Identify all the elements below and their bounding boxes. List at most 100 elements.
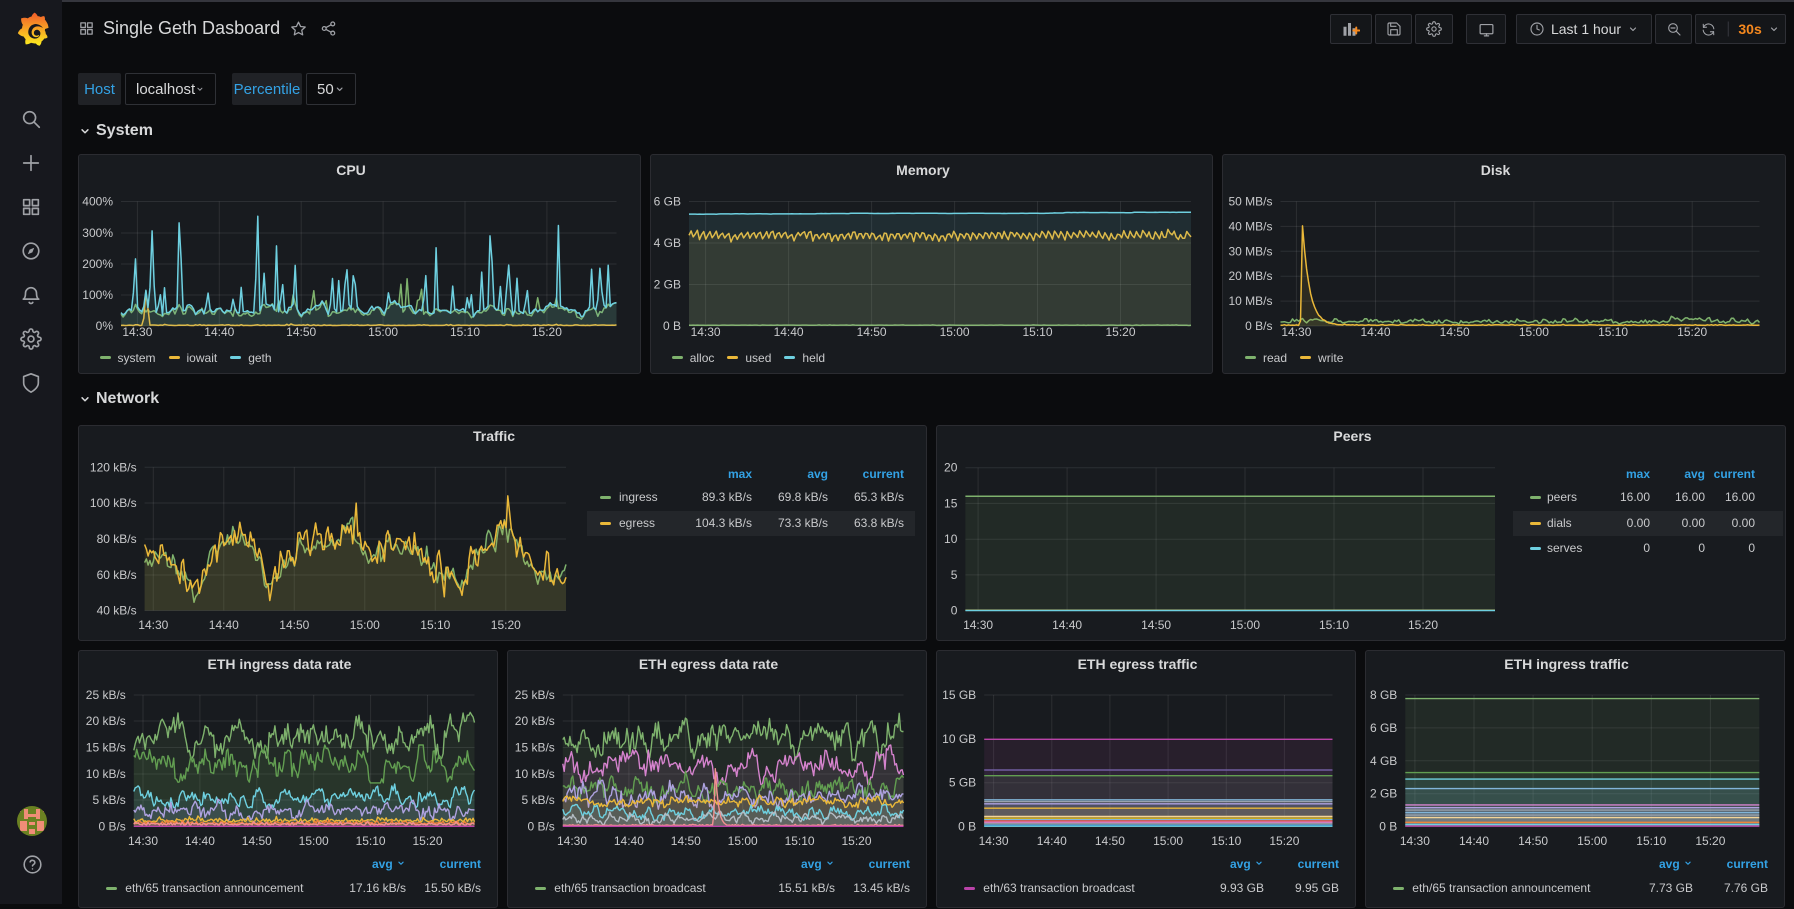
- svg-text:15:10: 15:10: [450, 325, 480, 339]
- svg-text:5: 5: [951, 568, 958, 582]
- svg-text:60 kB/s: 60 kB/s: [97, 568, 137, 582]
- svg-text:120 kB/s: 120 kB/s: [90, 460, 137, 474]
- svg-text:8 GB: 8 GB: [1370, 688, 1397, 702]
- svg-text:0 B/s: 0 B/s: [1245, 319, 1272, 333]
- svg-text:14:40: 14:40: [1052, 618, 1082, 632]
- svg-text:15:00: 15:00: [299, 834, 329, 848]
- svg-text:400%: 400%: [82, 195, 113, 209]
- svg-text:50 MB/s: 50 MB/s: [1228, 195, 1272, 209]
- svg-text:15:10: 15:10: [356, 834, 386, 848]
- svg-text:40 MB/s: 40 MB/s: [1228, 219, 1272, 233]
- svg-text:14:30: 14:30: [963, 618, 993, 632]
- svg-text:15:20: 15:20: [532, 325, 562, 339]
- svg-text:15:00: 15:00: [350, 618, 380, 632]
- svg-text:80 kB/s: 80 kB/s: [97, 532, 137, 546]
- svg-text:10 GB: 10 GB: [942, 732, 976, 746]
- svg-text:14:40: 14:40: [1037, 834, 1067, 848]
- svg-text:15:00: 15:00: [1577, 834, 1607, 848]
- svg-text:14:40: 14:40: [614, 834, 644, 848]
- svg-text:15:20: 15:20: [1408, 618, 1438, 632]
- svg-text:25 kB/s: 25 kB/s: [515, 688, 555, 702]
- svg-text:14:40: 14:40: [1360, 325, 1390, 339]
- svg-text:15:20: 15:20: [491, 618, 521, 632]
- svg-text:300%: 300%: [82, 226, 113, 240]
- svg-text:25 kB/s: 25 kB/s: [86, 688, 126, 702]
- svg-text:0: 0: [951, 604, 958, 618]
- svg-text:15:10: 15:10: [1636, 834, 1666, 848]
- svg-text:15:10: 15:10: [785, 834, 815, 848]
- svg-text:15:10: 15:10: [1598, 325, 1628, 339]
- svg-text:15:00: 15:00: [1153, 834, 1183, 848]
- svg-text:20: 20: [944, 461, 958, 475]
- svg-text:15:00: 15:00: [728, 834, 758, 848]
- svg-text:10: 10: [944, 532, 958, 546]
- svg-text:14:50: 14:50: [279, 618, 309, 632]
- svg-text:15:20: 15:20: [412, 834, 442, 848]
- svg-text:15:10: 15:10: [1022, 325, 1052, 339]
- svg-text:14:50: 14:50: [1095, 834, 1125, 848]
- svg-text:20 kB/s: 20 kB/s: [86, 714, 126, 728]
- svg-text:10 kB/s: 10 kB/s: [515, 767, 555, 781]
- svg-text:14:50: 14:50: [857, 325, 887, 339]
- svg-text:40 kB/s: 40 kB/s: [97, 604, 137, 618]
- svg-text:14:30: 14:30: [128, 834, 158, 848]
- svg-text:14:50: 14:50: [671, 834, 701, 848]
- svg-text:14:30: 14:30: [691, 325, 721, 339]
- svg-text:14:40: 14:40: [1459, 834, 1489, 848]
- svg-text:15:20: 15:20: [841, 834, 871, 848]
- svg-text:14:30: 14:30: [1281, 325, 1311, 339]
- svg-text:2 GB: 2 GB: [654, 278, 681, 292]
- svg-text:5 kB/s: 5 kB/s: [92, 793, 125, 807]
- svg-text:14:30: 14:30: [1400, 834, 1430, 848]
- svg-text:15:00: 15:00: [1519, 325, 1549, 339]
- svg-text:10 kB/s: 10 kB/s: [86, 767, 126, 781]
- svg-text:14:50: 14:50: [1518, 834, 1548, 848]
- svg-text:100%: 100%: [82, 288, 113, 302]
- svg-text:0 B: 0 B: [1379, 820, 1397, 834]
- svg-text:15:00: 15:00: [368, 325, 398, 339]
- svg-text:4 GB: 4 GB: [654, 236, 681, 250]
- svg-text:4 GB: 4 GB: [1370, 754, 1397, 768]
- svg-text:15:10: 15:10: [1211, 834, 1241, 848]
- svg-text:15:20: 15:20: [1695, 834, 1725, 848]
- svg-text:14:40: 14:40: [209, 618, 239, 632]
- svg-text:30 MB/s: 30 MB/s: [1228, 244, 1272, 258]
- svg-text:14:50: 14:50: [1141, 618, 1171, 632]
- svg-text:15:00: 15:00: [940, 325, 970, 339]
- svg-text:14:30: 14:30: [979, 834, 1009, 848]
- svg-text:15 GB: 15 GB: [942, 688, 976, 702]
- svg-text:14:30: 14:30: [138, 618, 168, 632]
- svg-text:5 kB/s: 5 kB/s: [521, 793, 554, 807]
- svg-text:5 GB: 5 GB: [949, 776, 976, 790]
- svg-text:15:10: 15:10: [420, 618, 450, 632]
- svg-text:15:20: 15:20: [1269, 834, 1299, 848]
- svg-text:15:00: 15:00: [1230, 618, 1260, 632]
- svg-text:14:30: 14:30: [122, 325, 152, 339]
- svg-text:2 GB: 2 GB: [1370, 787, 1397, 801]
- svg-text:100 kB/s: 100 kB/s: [90, 496, 137, 510]
- svg-text:20 MB/s: 20 MB/s: [1228, 269, 1272, 283]
- svg-text:14:30: 14:30: [557, 834, 587, 848]
- svg-text:15:10: 15:10: [1319, 618, 1349, 632]
- svg-text:15: 15: [944, 496, 958, 510]
- svg-text:14:40: 14:40: [774, 325, 804, 339]
- svg-text:6 GB: 6 GB: [1370, 721, 1397, 735]
- svg-text:15:20: 15:20: [1105, 325, 1135, 339]
- svg-text:0%: 0%: [96, 319, 114, 333]
- svg-text:14:40: 14:40: [204, 325, 234, 339]
- svg-text:14:40: 14:40: [185, 834, 215, 848]
- svg-text:15 kB/s: 15 kB/s: [86, 741, 126, 755]
- svg-text:10 MB/s: 10 MB/s: [1228, 294, 1272, 308]
- svg-text:14:50: 14:50: [242, 834, 272, 848]
- svg-text:0 B: 0 B: [663, 319, 681, 333]
- svg-text:6 GB: 6 GB: [654, 195, 681, 209]
- svg-text:15:20: 15:20: [1677, 325, 1707, 339]
- svg-text:0 B/s: 0 B/s: [527, 820, 554, 834]
- svg-text:15 kB/s: 15 kB/s: [515, 741, 555, 755]
- svg-text:14:50: 14:50: [1440, 325, 1470, 339]
- svg-text:200%: 200%: [82, 257, 113, 271]
- svg-text:0 B: 0 B: [958, 820, 976, 834]
- svg-text:20 kB/s: 20 kB/s: [515, 714, 555, 728]
- svg-text:0 B/s: 0 B/s: [98, 820, 125, 834]
- svg-text:14:50: 14:50: [286, 325, 316, 339]
